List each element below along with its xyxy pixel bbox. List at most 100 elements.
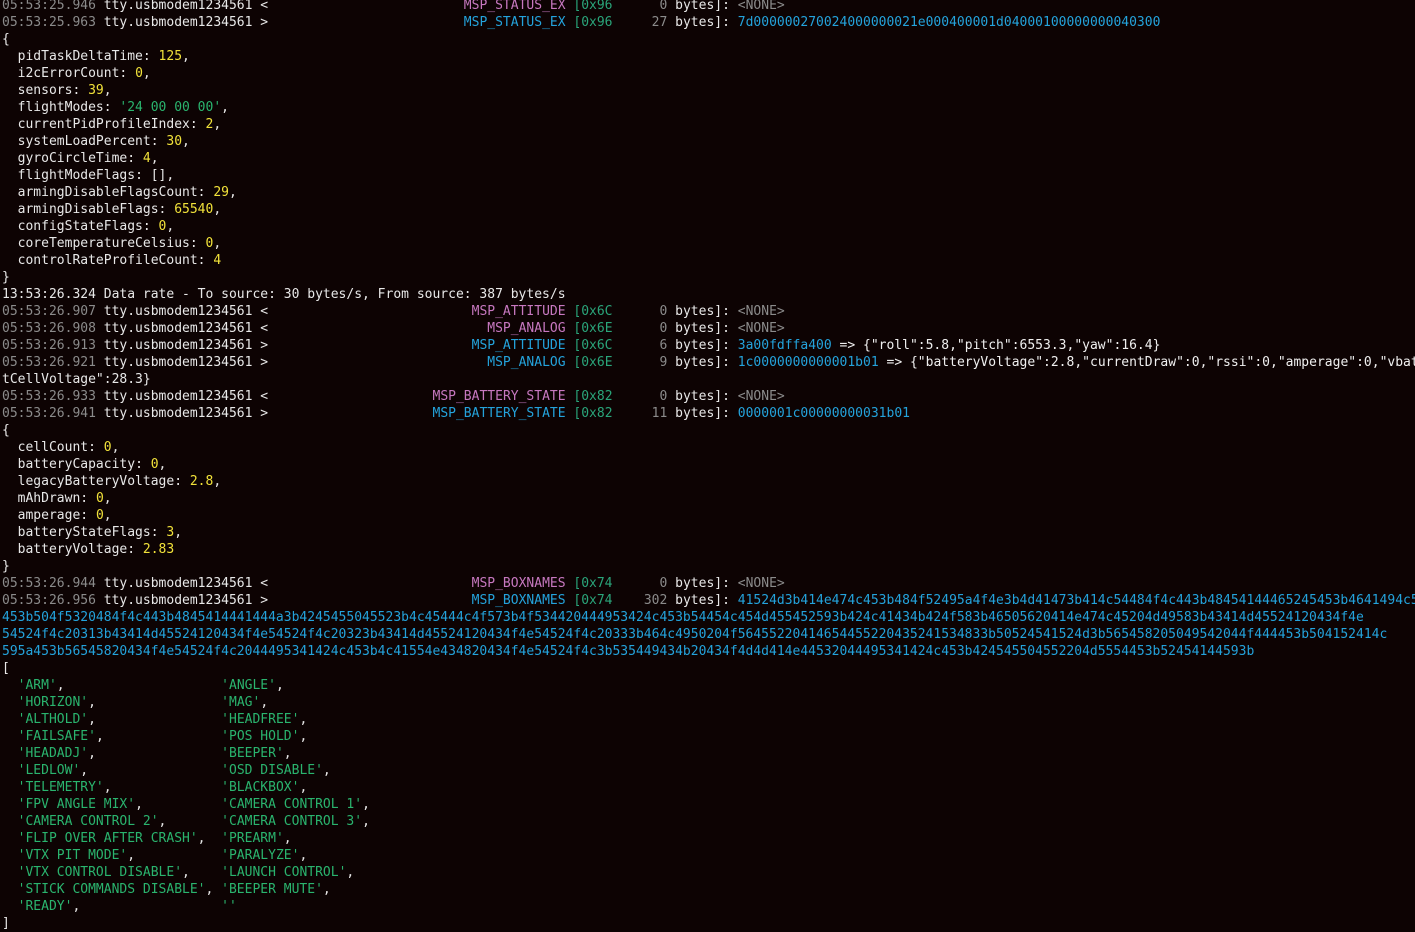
box-name: 'FAILSAFE' [17,729,96,744]
command-name: MSP_ATTITUDE [471,338,566,353]
terminal-line: amperage: 0, [2,507,112,524]
terminal-line: pidTaskDeltaTime: 125, [2,48,190,65]
field-value: 4 [213,253,222,268]
terminal-line: legacyBatteryVoltage: 2.8, [2,473,222,490]
terminal-line: 'HORIZON', 'MAG', [2,694,268,711]
comma: , [283,746,292,761]
spacer: : [174,474,190,489]
terminal-line: mAhDrawn: 0, [2,490,112,507]
comma: , [182,134,190,149]
command-name: MSP_BATTERY_STATE [432,389,566,404]
spacer: : [127,151,143,166]
comma: , [88,712,96,727]
terminal-line: 05:53:26.907 tty.usbmodem1234561 < MSP_A… [2,303,785,320]
device-name: tty.usbmodem1234561 [103,338,253,353]
box-name: 'MAG' [221,695,261,710]
box-name: 'HORIZON' [17,695,89,710]
text-line: 13:53:26.324 Data rate - To source: 30 b… [2,287,566,302]
byte-count: 27 [651,15,668,30]
box-name: 'ANGLE' [221,678,276,693]
payload-hex: 0000001c00000000031b01 [737,406,910,421]
terminal-line: batteryCapacity: 0, [2,456,167,473]
field-key: cellCount [17,440,89,455]
comma: , [95,729,104,744]
terminal-line: i2cErrorCount: 0, [2,65,151,82]
text-line: } [2,270,10,285]
terminal-line: ] [2,915,10,932]
timestamp: 05:53:26.956 [2,593,96,608]
spacer: : [72,83,89,98]
timestamp: 05:53:26.933 [2,389,96,404]
field-value: 125 [158,49,183,64]
field-key: batteryStateFlags [17,525,151,540]
field-key: sensors [17,83,73,98]
comma: , [346,865,355,880]
spacer: : [88,440,104,455]
terminal-line: 05:53:25.963 tty.usbmodem1234561 > MSP_S… [2,14,1160,31]
comma: , [166,168,175,183]
direction-marker: < [260,321,269,336]
field-key: flightModeFlags [17,168,136,183]
terminal-output[interactable]: 05:53:25.946 tty.usbmodem1234561 < MSP_S… [0,0,1415,932]
payload-hex: 3a00fdffa400 [737,338,832,353]
bytes-label: bytes]: [667,389,738,404]
comma: , [299,848,308,863]
timestamp: 05:53:26.913 [2,338,96,353]
byte-count: 302 [643,593,668,608]
field-key: flightModes [17,100,104,115]
comma: , [221,100,229,115]
box-name: 'FPV ANGLE MIX' [17,797,136,812]
comma: , [127,848,136,863]
command-name: MSP_BATTERY_STATE [432,406,566,421]
terminal-line: sensors: 39, [2,82,112,99]
command-name: MSP_STATUS_EX [463,0,566,13]
command-code: [0x6C [573,338,613,353]
decoded-payload: => {"batteryVoltage":2.8,"currentDraw":0… [878,355,1415,370]
box-name: 'HEADFREE' [221,712,300,727]
payload-hex-continued: 595a453b56545820434f4e54524f4c2044495341… [2,644,1255,659]
timestamp: 05:53:26.944 [2,576,96,591]
terminal-line: } [2,269,10,286]
command-name: MSP_STATUS_EX [463,15,566,30]
terminal-line: 05:53:26.956 tty.usbmodem1234561 > MSP_B… [2,592,1415,609]
command-name: MSP_ANALOG [487,321,566,336]
terminal-line: 05:53:26.944 tty.usbmodem1234561 < MSP_B… [2,575,785,592]
spacer: : [119,66,136,81]
comma: , [213,474,222,489]
field-key: i2cErrorCount [17,66,120,81]
text-line: ] [2,916,10,931]
command-code: [0x6E [573,355,613,370]
comma: , [362,814,370,829]
decoded-payload: => {"roll":5.8,"pitch":6553.3,"yaw":16.4… [831,338,1161,353]
comma: , [213,117,222,132]
payload-hex: 1c0000000000001b01 [737,355,879,370]
terminal-line: 05:53:26.913 tty.usbmodem1234561 > MSP_A… [2,337,1160,354]
field-value: 2.83 [142,542,175,557]
comma: , [299,729,308,744]
device-name: tty.usbmodem1234561 [103,389,253,404]
field-key: gyroCircleTime [17,151,128,166]
box-name: '' [221,899,237,914]
field-value: 0 [95,508,104,523]
terminal-line: [ [2,660,10,677]
bytes-label: bytes]: [667,304,738,319]
direction-marker: > [260,406,269,421]
comma: , [275,678,284,693]
